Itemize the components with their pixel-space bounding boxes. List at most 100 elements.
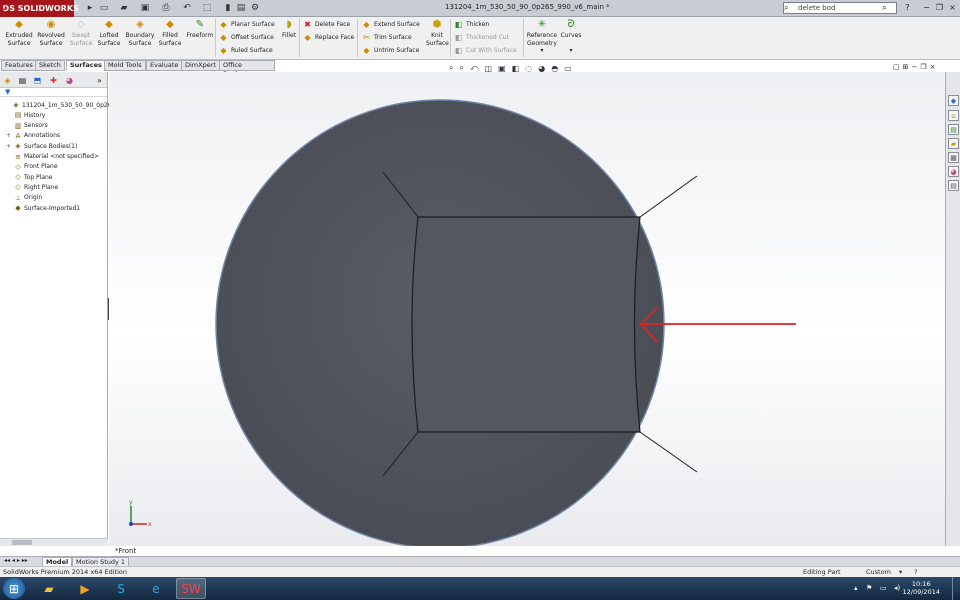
delete-face-button[interactable]: ✖ Delete Face — [303, 19, 350, 29]
view-orientation-icon[interactable]: ▣ — [498, 64, 506, 73]
offset-surface-button[interactable]: ◆ Offset Surface — [219, 32, 273, 42]
viewport-close-icon[interactable]: × — [930, 63, 936, 71]
extruded-surface-button[interactable]: ◆ Extruded Surface — [4, 19, 34, 47]
volume-icon[interactable]: ◂) — [894, 584, 900, 592]
select-icon[interactable]: ⬚ — [201, 2, 213, 14]
tree-item[interactable]: ◆ Surface-Imported1 — [6, 203, 80, 213]
curves-button[interactable]: ᘐ Curves ▾ — [560, 19, 582, 55]
help-icon[interactable]: ? — [902, 2, 913, 13]
ruled-surface-button[interactable]: ◆ Ruled Surface — [219, 45, 272, 55]
tree-item[interactable]: ≡ Material <not specified> — [6, 152, 99, 162]
view-palette-icon[interactable]: ▦ — [948, 152, 959, 163]
file-explorer-icon[interactable]: ▰ — [948, 138, 959, 149]
feature-tree-icon[interactable]: ◈ — [2, 75, 13, 86]
expand-toggle[interactable]: + — [6, 143, 12, 150]
close-icon[interactable]: × — [947, 2, 958, 13]
viewport-split-icon[interactable]: ⊞ — [903, 63, 909, 71]
display-manager-icon[interactable]: ◕ — [64, 75, 75, 86]
rebuild-icon[interactable]: ▮ — [222, 2, 234, 14]
tab-office-products[interactable]: Office Products — [219, 60, 275, 78]
knit-surface-button[interactable]: ⬢ Knit Surface — [426, 19, 449, 47]
tree-filter[interactable]: ▼ — [0, 88, 107, 97]
tab-scroll-icons[interactable]: ◂◂ ◂ ▸ ▸▸ — [4, 557, 28, 564]
freeform-button[interactable]: ✎ Freeform — [185, 19, 215, 40]
file-properties-icon[interactable]: ▤ — [235, 2, 247, 14]
search-icon[interactable]: ⌕ — [879, 2, 890, 13]
tree-item[interactable]: ▥ Sensors — [6, 121, 48, 131]
reference-geometry-button[interactable]: ✳ Reference Geometry ▾ — [526, 19, 558, 55]
section-view-icon[interactable]: ◫ — [485, 64, 493, 73]
extend-surface-button[interactable]: ◆ Extend Surface — [362, 19, 419, 29]
graphics-area[interactable]: x y — [109, 72, 945, 546]
apply-scene-icon[interactable]: ◓ — [551, 64, 558, 73]
filled-surface-button[interactable]: ◆ Filled Surface — [156, 19, 184, 47]
viewport-minimize-icon[interactable]: − — [912, 63, 918, 71]
replace-face-button[interactable]: ◆ Replace Face — [303, 32, 354, 42]
viewport-menu-icon[interactable]: ▢ — [893, 63, 900, 71]
filter-icon[interactable]: ▼ — [5, 88, 10, 96]
show-desktop-button[interactable] — [952, 577, 960, 600]
dimxpert-manager-icon[interactable]: ✚ — [48, 75, 59, 86]
model-view[interactable]: x y — [109, 72, 945, 546]
solidworks-logo[interactable]: ⅁S SOLIDWORKS — [0, 0, 79, 17]
display-style-icon[interactable]: ◧ — [512, 64, 520, 73]
undo-icon[interactable]: ↶ — [181, 2, 193, 14]
inner-square-face[interactable] — [411, 216, 641, 433]
boundary-surface-button[interactable]: ◈ Boundary Surface — [124, 19, 156, 47]
planar-surface-button[interactable]: ◆ Planar Surface — [219, 19, 274, 29]
save-icon[interactable]: ▣ — [139, 2, 151, 14]
viewport-restore-icon[interactable]: ❐ — [920, 63, 926, 71]
previous-view-icon[interactable]: ⤺ — [470, 63, 479, 73]
tree-item[interactable]: + ◈ Surface Bodies(1) — [6, 141, 77, 151]
skype-icon[interactable]: S — [106, 578, 136, 599]
scrollbar-thumb[interactable] — [12, 540, 32, 545]
thickened-cut-button[interactable]: ◧ Thickened Cut — [454, 32, 509, 42]
expand-toggle[interactable]: + — [6, 132, 12, 139]
minimize-icon[interactable]: − — [921, 2, 932, 13]
property-manager-icon[interactable]: ▤ — [17, 75, 28, 86]
cut-with-surface-button[interactable]: ◧ Cut With Surface — [454, 45, 517, 55]
fillet-button[interactable]: ◗ Fillet — [280, 19, 298, 40]
tree-item[interactable]: + A Annotations — [6, 131, 60, 141]
chevron-right-icon[interactable]: ▸ — [84, 2, 96, 14]
tab-dimxpert[interactable]: DimXpert — [181, 60, 220, 71]
new-document-icon[interactable]: ▭ — [98, 2, 110, 14]
zoom-to-area-icon[interactable]: ⌕ — [459, 63, 463, 73]
edit-appearance-icon[interactable]: ◕ — [538, 64, 545, 73]
system-clock[interactable]: 10:16 12/09/2014 — [903, 580, 940, 596]
expand-panel-icon[interactable]: » — [94, 75, 105, 86]
design-library-icon[interactable]: ▤ — [948, 124, 959, 135]
network-icon[interactable]: ▭ — [880, 584, 887, 592]
tree-item[interactable]: ◈ 131204_1m_530_50_90_0p265_99 — [4, 100, 126, 110]
tab-mold-tools[interactable]: Mold Tools — [104, 60, 146, 71]
file-explorer-taskbar-icon[interactable]: ▰ — [34, 578, 64, 599]
tray-expand-icon[interactable]: ▴ — [854, 584, 858, 592]
tree-item[interactable]: ◇ Top Plane — [6, 172, 52, 182]
tree-item[interactable]: ◇ Front Plane — [6, 162, 57, 172]
revolved-surface-button[interactable]: ◉ Revolved Surface — [36, 19, 66, 47]
media-player-icon[interactable]: ▶ — [70, 578, 100, 599]
custom-properties-icon[interactable]: ▤ — [948, 180, 959, 191]
thicken-button[interactable]: ◧ Thicken — [454, 19, 489, 29]
swept-surface-button[interactable]: ◇ Swept Surface — [67, 19, 95, 47]
lofted-surface-button[interactable]: ◆ Lofted Surface — [95, 19, 123, 47]
options-icon[interactable]: ⚙ — [249, 2, 261, 14]
tab-evaluate[interactable]: Evaluate — [146, 60, 183, 71]
home-icon[interactable]: ⌂ — [948, 110, 959, 121]
help-status-button[interactable]: ? — [914, 567, 917, 577]
solidworks-taskbar-icon[interactable]: SW — [176, 578, 206, 599]
horizontal-scrollbar[interactable] — [0, 538, 108, 546]
internet-explorer-icon[interactable]: e — [141, 578, 171, 599]
tab-surfaces[interactable]: Surfaces — [66, 60, 106, 71]
print-icon[interactable]: ⎙ — [160, 2, 172, 14]
tree-item[interactable]: ▤ History — [6, 110, 46, 120]
start-button-icon[interactable]: ⊞ — [3, 578, 25, 599]
flag-icon[interactable]: ⚑ — [866, 584, 872, 592]
hide-show-items-icon[interactable]: ◌ — [525, 64, 532, 73]
units-label[interactable]: Custom — [866, 567, 891, 577]
open-folder-icon[interactable]: ▰ — [118, 2, 130, 14]
tab-features[interactable]: Features — [1, 60, 37, 71]
configuration-manager-icon[interactable]: ⬒ — [32, 75, 43, 86]
tree-item[interactable]: ⊥ Origin — [6, 193, 42, 203]
tab-sketch[interactable]: Sketch — [35, 60, 65, 71]
